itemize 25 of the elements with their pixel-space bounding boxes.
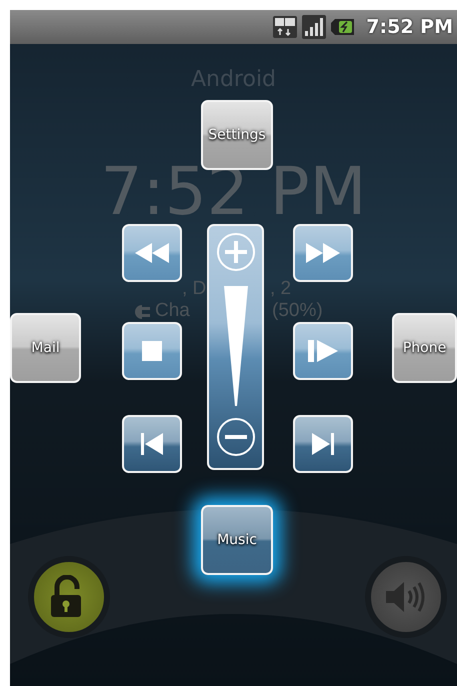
stop-icon bbox=[142, 341, 162, 361]
stop-button[interactable] bbox=[122, 322, 182, 380]
volume-wedge-icon bbox=[224, 286, 248, 406]
shortcut-button[interactable]: Phone bbox=[392, 313, 457, 383]
next-track-button[interactable] bbox=[293, 415, 353, 473]
volume-control[interactable] bbox=[207, 224, 264, 470]
plug-icon bbox=[132, 304, 152, 320]
status-time: 7:52 PM bbox=[366, 16, 453, 38]
rewind-button[interactable] bbox=[122, 224, 182, 282]
shortcut-button[interactable]: Settings bbox=[201, 100, 273, 170]
fast-forward-icon bbox=[306, 243, 340, 263]
shortcut-button[interactable]: Mail bbox=[10, 313, 81, 383]
signal-icon bbox=[302, 15, 326, 39]
network-3g-icon bbox=[272, 15, 298, 39]
play-pause-button[interactable] bbox=[293, 322, 353, 380]
skip-back-icon bbox=[141, 433, 163, 455]
play-pause-icon bbox=[308, 340, 338, 362]
plus-icon bbox=[216, 232, 256, 272]
previous-track-button[interactable] bbox=[122, 415, 182, 473]
skip-forward-icon bbox=[312, 433, 334, 455]
shortcut-button[interactable]: Music bbox=[201, 505, 273, 575]
rewind-icon bbox=[135, 243, 169, 263]
minus-icon bbox=[216, 417, 256, 457]
fast-forward-button[interactable] bbox=[293, 224, 353, 282]
battery-charging-icon bbox=[330, 17, 356, 37]
